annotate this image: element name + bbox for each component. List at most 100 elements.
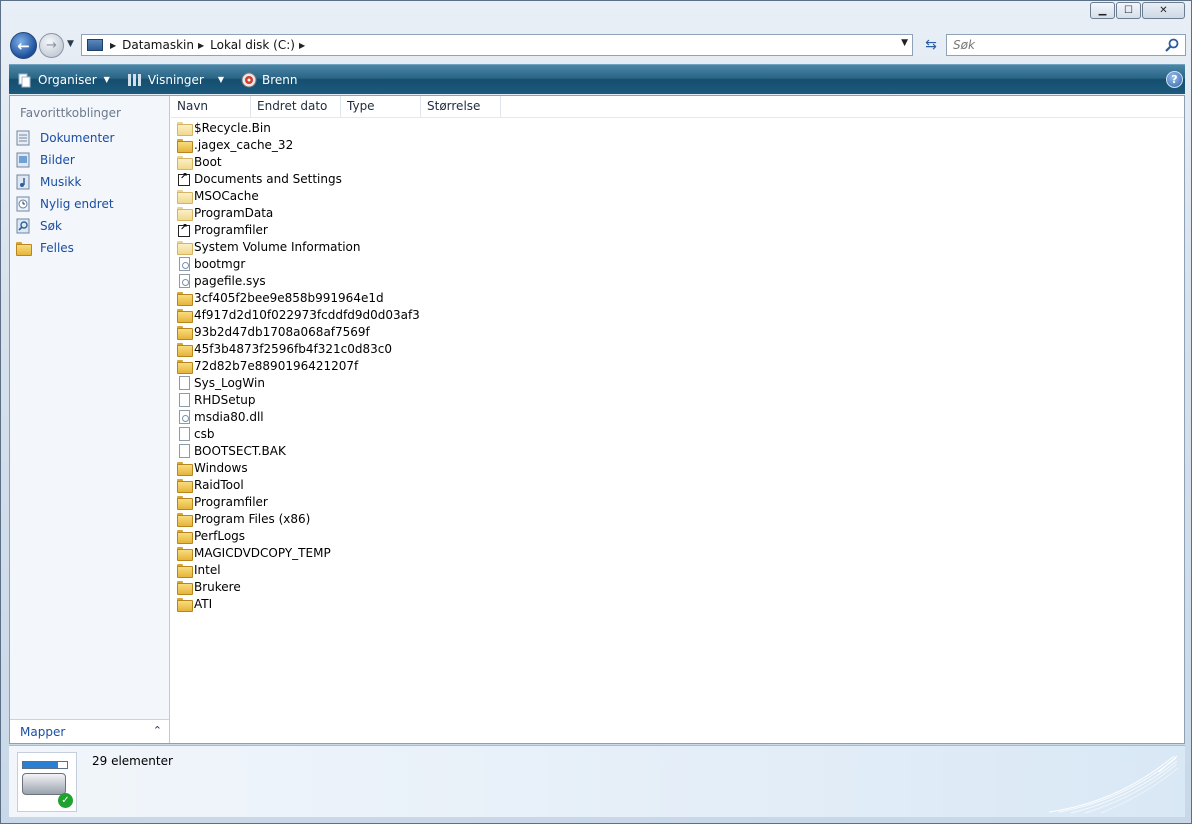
column-header-type[interactable]: Type xyxy=(341,96,421,117)
favorite-link-music[interactable]: Musikk xyxy=(15,171,114,193)
file-row[interactable]: ProgramData xyxy=(176,204,420,221)
file-row[interactable]: RHDSetup xyxy=(176,391,420,408)
file-name: 3cf405f2bee9e858b991964e1d xyxy=(194,290,384,305)
refresh-icon: ⇆ xyxy=(925,37,937,53)
file-row[interactable]: Programfiler xyxy=(176,221,420,238)
favorite-link-public[interactable]: Felles xyxy=(15,237,114,259)
forward-button[interactable]: → xyxy=(39,33,64,58)
favorite-link-label: Søk xyxy=(40,219,62,233)
file-row[interactable]: bootmgr xyxy=(176,255,420,272)
search-input[interactable] xyxy=(953,36,1163,54)
favorite-link-documents[interactable]: Dokumenter xyxy=(15,127,114,149)
folder-icon xyxy=(176,545,193,561)
system-file-icon xyxy=(176,409,192,424)
search-box[interactable] xyxy=(946,34,1186,56)
file-row[interactable]: 3cf405f2bee9e858b991964e1d xyxy=(176,289,420,306)
folder-icon xyxy=(176,477,193,493)
file-row[interactable]: .jagex_cache_32 xyxy=(176,136,420,153)
file-row[interactable]: 4f917d2d10f022973fcddfd9d0d03af3 xyxy=(176,306,420,323)
system-file-icon xyxy=(176,256,192,271)
file-row[interactable]: 93b2d47db1708a068af7569f xyxy=(176,323,420,340)
favorite-link-label: Dokumenter xyxy=(40,131,115,145)
address-history-dropdown[interactable]: ▼ xyxy=(901,38,908,48)
file-name: 45f3b4873f2596fb4f321c0d83c0 xyxy=(194,341,393,356)
recently-changed-icon xyxy=(15,196,31,212)
file-name: pagefile.sys xyxy=(194,273,266,288)
computer-icon xyxy=(84,36,106,54)
minimize-button[interactable]: ▁ xyxy=(1090,2,1115,19)
favorite-links-header: Favorittkoblinger xyxy=(20,106,121,120)
folder-icon xyxy=(176,290,193,306)
file-name: Intel xyxy=(194,562,221,577)
address-bar[interactable]: ▶ Datamaskin ▶ Lokal disk (C:) ▶ ▼ xyxy=(81,34,913,56)
favorite-link-label: Felles xyxy=(40,241,74,255)
explorer-window: ▁ ☐ ✕ ← → ▼ ▶ Datamaskin ▶ Lokal disk (C… xyxy=(0,0,1192,824)
favorite-link-label: Nylig endret xyxy=(40,197,114,211)
maximize-button[interactable]: ☐ xyxy=(1116,2,1141,19)
caption-buttons: ▁ ☐ ✕ xyxy=(1089,2,1185,19)
file-name: Boot xyxy=(194,154,222,169)
column-header-name[interactable]: Navn xyxy=(171,96,251,117)
column-header-date-modified[interactable]: Endret dato xyxy=(251,96,341,117)
file-row[interactable]: Windows xyxy=(176,459,420,476)
views-menu-button[interactable]: Visninger ▼ xyxy=(119,65,233,95)
file-row[interactable]: MAGICDVDCOPY_TEMP xyxy=(176,544,420,561)
hidden-folder-icon xyxy=(176,154,193,170)
navigation-pane: Favorittkoblinger Dokumenter Bilder Musi… xyxy=(10,96,170,743)
favorite-link-searches[interactable]: Søk xyxy=(15,215,114,237)
breadcrumb-local-disk[interactable]: Lokal disk (C:) xyxy=(210,38,295,52)
file-row[interactable]: RaidTool xyxy=(176,476,420,493)
recent-pages-dropdown[interactable]: ▼ xyxy=(67,39,74,49)
file-name: MSOCache xyxy=(194,188,259,203)
content-area: Favorittkoblinger Dokumenter Bilder Musi… xyxy=(9,95,1185,744)
close-button[interactable]: ✕ xyxy=(1142,2,1185,19)
file-row[interactable]: Boot xyxy=(176,153,420,170)
file-row[interactable]: Sys_LogWin xyxy=(176,374,420,391)
file-row[interactable]: Documents and Settings xyxy=(176,170,420,187)
file-row[interactable]: MSOCache xyxy=(176,187,420,204)
file-row[interactable]: pagefile.sys xyxy=(176,272,420,289)
file-row[interactable]: Programfiler xyxy=(176,493,420,510)
favorite-link-label: Bilder xyxy=(40,153,75,167)
pictures-icon xyxy=(15,152,31,168)
search-icon[interactable] xyxy=(1164,37,1180,53)
file-icon xyxy=(176,426,192,441)
column-header-size[interactable]: Størrelse xyxy=(421,96,501,117)
file-row[interactable]: Intel xyxy=(176,561,420,578)
file-row[interactable]: System Volume Information xyxy=(176,238,420,255)
searches-icon xyxy=(15,218,31,234)
column-headers: Navn Endret dato Type Størrelse xyxy=(171,96,1184,118)
file-name: Sys_LogWin xyxy=(194,375,265,390)
organize-menu-button[interactable]: Organiser ▼ xyxy=(9,65,119,95)
favorite-link-recently-changed[interactable]: Nylig endret xyxy=(15,193,114,215)
organize-label: Organiser xyxy=(38,72,97,87)
breadcrumb-separator[interactable]: ▶ xyxy=(194,41,210,50)
file-row[interactable]: csb xyxy=(176,425,420,442)
back-button[interactable]: ← xyxy=(10,32,37,59)
music-icon xyxy=(15,174,31,190)
views-label: Visninger xyxy=(147,72,204,87)
breadcrumb-computer[interactable]: Datamaskin xyxy=(122,38,194,52)
file-row[interactable]: BOOTSECT.BAK xyxy=(176,442,420,459)
burn-button[interactable]: Brenn xyxy=(233,65,307,95)
refresh-button[interactable]: ⇆ xyxy=(917,34,945,56)
file-row[interactable]: Brukere xyxy=(176,578,420,595)
file-row[interactable]: PerfLogs xyxy=(176,527,420,544)
file-row[interactable]: 45f3b4873f2596fb4f321c0d83c0 xyxy=(176,340,420,357)
folder-icon xyxy=(176,562,193,578)
file-row[interactable]: 72d82b7e8890196421207f xyxy=(176,357,420,374)
folder-icon xyxy=(176,460,193,476)
hidden-folder-icon xyxy=(176,239,193,255)
file-row[interactable]: $Recycle.Bin xyxy=(176,119,420,136)
folders-toggle[interactable]: Mapper ⌃ xyxy=(10,719,169,743)
file-row[interactable]: Program Files (x86) xyxy=(176,510,420,527)
decorative-swoosh xyxy=(1049,755,1179,814)
breadcrumb-separator[interactable]: ▶ xyxy=(106,41,122,50)
breadcrumb-separator[interactable]: ▶ xyxy=(295,41,311,50)
navigation-row: ← → ▼ ▶ Datamaskin ▶ Lokal disk (C:) ▶ ▼… xyxy=(10,32,1186,59)
favorite-link-pictures[interactable]: Bilder xyxy=(15,149,114,171)
file-row[interactable]: ATI xyxy=(176,595,420,612)
file-row[interactable]: msdia80.dll xyxy=(176,408,420,425)
file-name: PerfLogs xyxy=(194,528,246,543)
help-button[interactable]: ? xyxy=(1166,71,1183,88)
